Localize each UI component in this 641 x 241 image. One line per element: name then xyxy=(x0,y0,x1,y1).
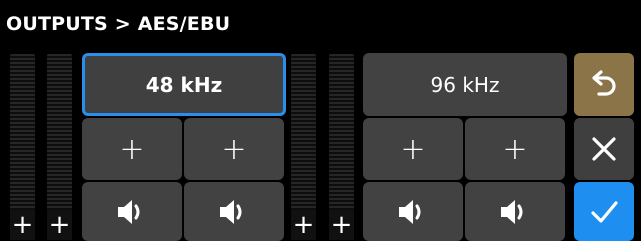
speaker-button-4[interactable] xyxy=(465,182,565,241)
meter-strip-1: + xyxy=(10,54,35,240)
close-button[interactable] xyxy=(574,118,634,180)
check-icon xyxy=(589,197,619,227)
speaker-button-3[interactable] xyxy=(363,182,463,241)
sample-rate-button-48khz[interactable]: 48 kHz xyxy=(82,53,286,116)
sample-rate-button-96khz[interactable]: 96 kHz xyxy=(363,53,567,116)
add-button-3[interactable]: + xyxy=(363,118,463,180)
speaker-icon xyxy=(498,197,532,227)
add-button-4[interactable]: + xyxy=(465,118,565,180)
strip-add-button-4[interactable]: + xyxy=(329,210,354,240)
undo-button[interactable] xyxy=(574,53,634,116)
meter-strip-3: + xyxy=(291,54,316,240)
confirm-button[interactable] xyxy=(574,182,634,241)
meter-strip-4: + xyxy=(329,54,354,240)
close-icon xyxy=(589,134,619,164)
strip-add-button-1[interactable]: + xyxy=(10,210,35,240)
page-title: OUTPUTS > AES/EBU xyxy=(6,13,231,35)
speaker-icon xyxy=(217,197,251,227)
meter-strip-2: + xyxy=(47,54,72,240)
strip-add-button-2[interactable]: + xyxy=(47,210,72,240)
add-button-2[interactable]: + xyxy=(184,118,284,180)
speaker-icon xyxy=(115,197,149,227)
speaker-button-2[interactable] xyxy=(184,182,284,241)
undo-icon xyxy=(589,68,619,102)
strip-add-button-3[interactable]: + xyxy=(291,210,316,240)
speaker-icon xyxy=(396,197,430,227)
add-button-1[interactable]: + xyxy=(82,118,182,180)
speaker-button-1[interactable] xyxy=(82,182,182,241)
